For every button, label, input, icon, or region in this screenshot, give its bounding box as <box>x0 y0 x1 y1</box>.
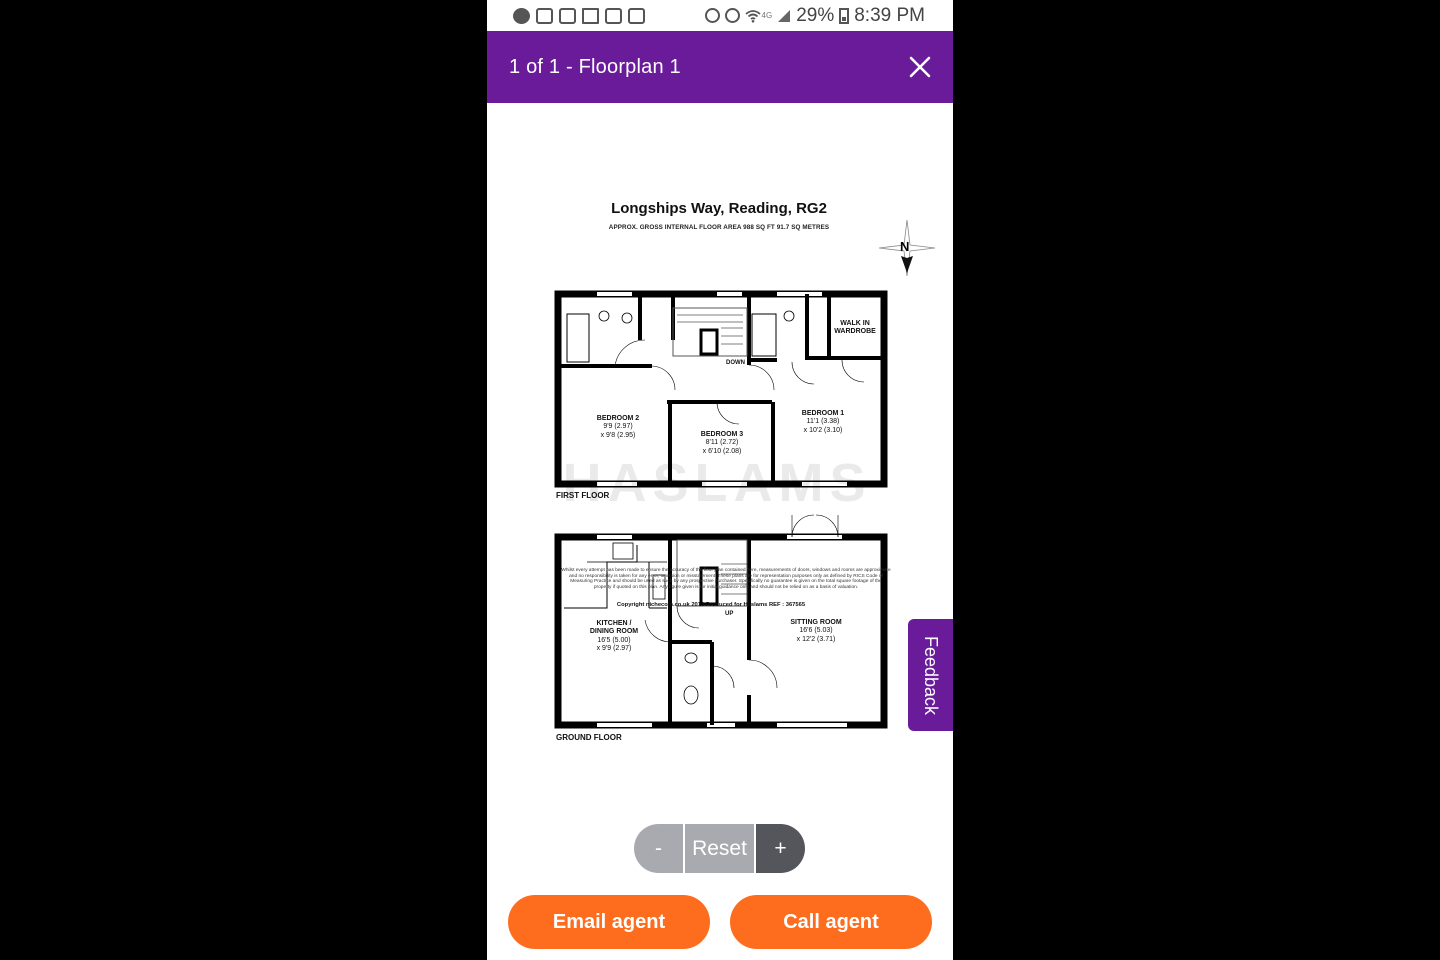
status-bar: 4G 29% 8:39 PM <box>487 0 953 31</box>
photos-icon <box>628 7 645 24</box>
room-bedroom-1-name: BEDROOM 1 <box>801 410 845 417</box>
flipboard-icon <box>559 7 576 24</box>
compass-north-label: N <box>900 239 910 254</box>
close-icon-glyph <box>909 56 931 78</box>
stairs-down-label: DOWN <box>726 360 745 366</box>
lock-icon <box>704 8 720 23</box>
zoom-out-button[interactable]: - <box>634 824 683 873</box>
feedback-label: Feedback <box>921 635 941 715</box>
room-kitchen-name: KITCHEN / <box>596 620 632 627</box>
feedback-tab[interactable]: Feedback <box>908 619 953 731</box>
wifi-icon <box>744 9 761 23</box>
clock: 8:39 PM <box>854 4 925 26</box>
room-bedroom-1-dim2: x 10'2 (3.10) <box>803 426 843 434</box>
room-dining-name: DINING ROOM <box>589 628 639 636</box>
gallery-icon <box>536 7 553 24</box>
room-kitchen-dim1: 16'5 (5.00) <box>597 636 631 644</box>
room-sitting-dim1: 16'6 (5.03) <box>799 627 833 635</box>
phone-screen: 4G 29% 8:39 PM 1 of 1 - Floorplan 1 Long… <box>487 0 953 960</box>
room-bedroom-3-dim1: 8'11 (2.72) <box>705 439 739 447</box>
room-bedroom-2-dim1: 9'9 (2.97) <box>603 423 633 431</box>
floorplan-copyright: Copyright nichecom.co.uk 2018 Produced f… <box>616 602 806 608</box>
zoom-reset-button[interactable]: Reset <box>683 824 756 873</box>
battery-icon <box>839 7 850 24</box>
zoom-controls: - Reset + <box>634 824 805 873</box>
room-sitting-room: SITTING ROOM 16'6 (5.03) x 12'2 (3.71) <box>780 619 852 644</box>
room-walk-in-wardrobe: WALK IN WARDROBE <box>829 320 881 337</box>
watermark: HASLAMS <box>562 453 872 513</box>
room-bedroom-2: BEDROOM 2 9'9 (2.97) x 9'8 (2.95) <box>583 415 653 440</box>
signal-icon <box>778 9 791 22</box>
room-sitting-name: SITTING ROOM <box>790 619 842 626</box>
room-bedroom-2-name: BEDROOM 2 <box>596 415 640 422</box>
ground-floor-label: GROUND FLOOR <box>556 733 622 742</box>
room-sitting-dim2: x 12'2 (3.71) <box>796 635 836 643</box>
viewer-header: 1 of 1 - Floorplan 1 <box>487 31 953 103</box>
flipboard-icon-2 <box>605 7 622 24</box>
close-icon[interactable] <box>909 51 931 83</box>
messenger-icon <box>513 7 530 24</box>
alarm-icon <box>724 8 740 23</box>
room-kitchen-dining: KITCHEN / DINING ROOM 16'5 (5.00) x 9'9 … <box>579 620 649 654</box>
room-walk-in-label: WALK IN <box>840 320 870 327</box>
battery-percent: 29% <box>796 4 835 26</box>
room-kitchen-dim2: x 9'9 (2.97) <box>596 645 632 653</box>
room-bedroom-2-dim2: x 9'8 (2.95) <box>600 431 636 439</box>
floorplan-image[interactable]: Longships Way, Reading, RG2 APPROX. GROS… <box>537 190 897 810</box>
email-agent-button[interactable]: Email agent <box>508 895 710 949</box>
call-agent-button[interactable]: Call agent <box>730 895 932 949</box>
notification-icons <box>513 7 645 24</box>
system-indicators: 4G 29% 8:39 PM <box>704 4 925 27</box>
room-wardrobe-label: WARDROBE <box>834 328 876 336</box>
room-bedroom-1: BEDROOM 1 11'1 (3.38) x 10'2 (3.10) <box>787 410 859 435</box>
mail-icon <box>582 7 599 24</box>
first-floor-label: FIRST FLOOR <box>556 491 610 500</box>
zoom-in-button[interactable]: + <box>756 824 805 873</box>
room-bedroom-3-dim2: x 6'10 (2.08) <box>702 447 742 455</box>
room-bedroom-3-name: BEDROOM 3 <box>700 431 744 438</box>
viewer-title: 1 of 1 - Floorplan 1 <box>509 55 681 78</box>
floorplan-disclaimer: Whilst every attempt has been made to en… <box>561 568 891 591</box>
stairs-up-label: UP <box>725 611 734 617</box>
room-bedroom-1-dim1: 11'1 (3.38) <box>806 418 840 426</box>
room-bedroom-3: BEDROOM 3 8'11 (2.72) x 6'10 (2.08) <box>687 431 757 456</box>
network-type: 4G <box>761 11 773 20</box>
